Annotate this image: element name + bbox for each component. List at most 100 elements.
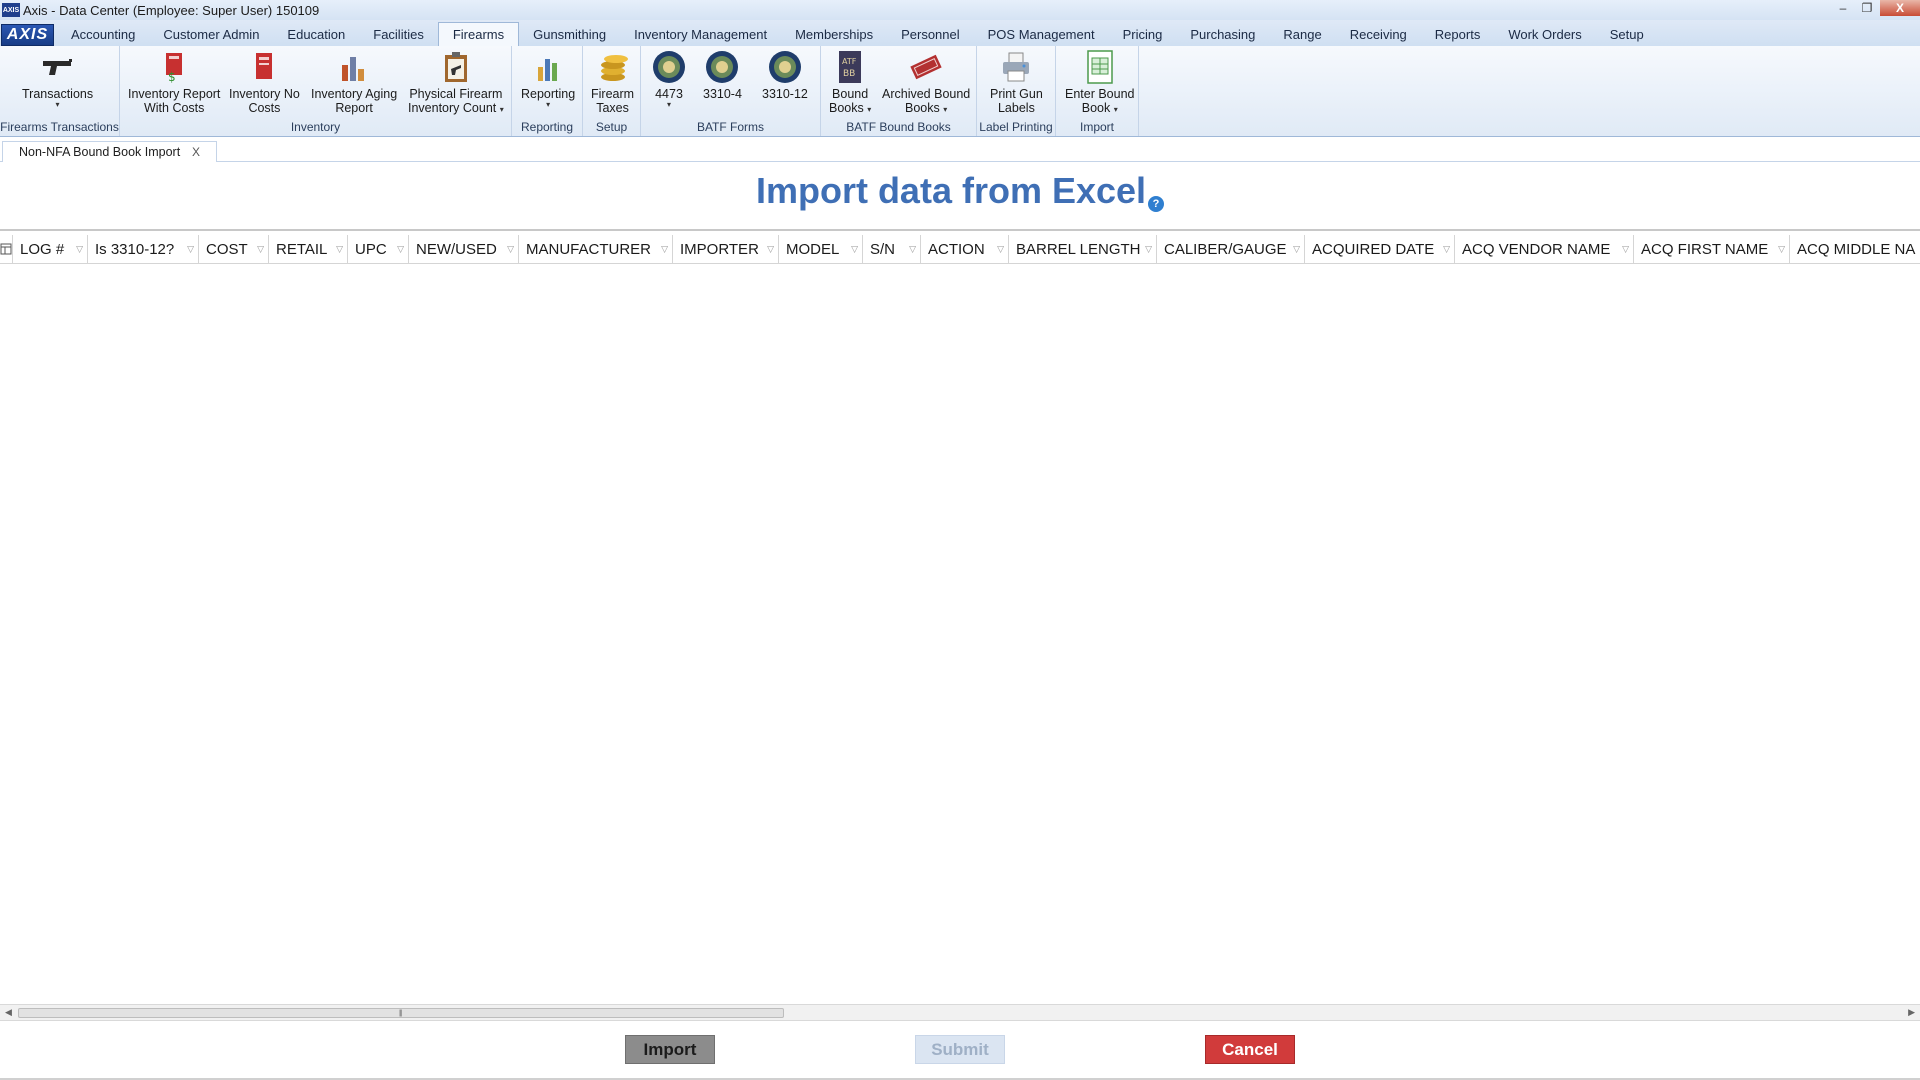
filter-icon[interactable]: ▽ <box>187 244 194 255</box>
help-icon[interactable]: ? <box>1148 196 1165 212</box>
print-labels-label-1: Print Gun <box>990 87 1043 101</box>
transactions-button[interactable]: Transactions ▾ <box>22 50 93 109</box>
tab-education[interactable]: Education <box>273 22 359 46</box>
tab-reports[interactable]: Reports <box>1421 22 1495 46</box>
group-inventory: $ Inventory Report With Costs Inventory … <box>120 46 512 136</box>
tab-setup[interactable]: Setup <box>1596 22 1658 46</box>
close-tab-icon[interactable]: X <box>192 145 200 159</box>
column-header-model[interactable]: MODEL ▽ <box>779 235 863 263</box>
close-window-button[interactable]: X <box>1880 0 1920 16</box>
filter-icon[interactable]: ▽ <box>1145 244 1152 255</box>
column-header-acq-vendor-name[interactable]: ACQ VENDOR NAME ▽ <box>1455 235 1634 263</box>
enter-bound-label-2: Book ▾ <box>1082 101 1118 115</box>
filter-icon[interactable]: ▽ <box>997 244 1004 255</box>
tab-work-orders[interactable]: Work Orders <box>1494 22 1595 46</box>
column-header-retail[interactable]: RETAIL ▽ <box>269 235 348 263</box>
axis-logo[interactable]: AXIS <box>1 24 54 46</box>
scrollbar-thumb[interactable]: ||| <box>18 1008 784 1018</box>
filter-icon[interactable]: ▽ <box>1443 244 1450 255</box>
maximize-button[interactable]: ❐ <box>1856 0 1878 16</box>
filter-icon[interactable]: ▽ <box>661 244 668 255</box>
bound-books-button[interactable]: ATF BB Bound Books ▾ <box>829 50 871 115</box>
column-header-is-3310-12[interactable]: Is 3310-12? ▽ <box>88 235 199 263</box>
form-3310-4-button[interactable]: 3310-4 <box>703 50 742 101</box>
tab-pos-management[interactable]: POS Management <box>974 22 1109 46</box>
group-label: Setup <box>595 120 628 134</box>
column-label: BARREL LENGTH <box>1016 240 1141 258</box>
column-header-new-used[interactable]: NEW/USED ▽ <box>409 235 519 263</box>
filter-icon[interactable]: ▽ <box>507 244 514 255</box>
dropdown-caret-icon: ▾ <box>1113 105 1118 114</box>
tab-non-nfa-bound-book-import[interactable]: Non-NFA Bound Book Import X <box>2 141 217 162</box>
group-firearms-transactions: Transactions ▾ Firearms Transactions <box>0 46 120 136</box>
filter-icon[interactable]: ▽ <box>851 244 858 255</box>
tab-range[interactable]: Range <box>1269 22 1335 46</box>
doc-tab-label: Non-NFA Bound Book Import <box>19 145 181 159</box>
inventory-report-label-1: Inventory Report <box>128 87 221 101</box>
column-header-sn[interactable]: S/N ▽ <box>863 235 921 263</box>
column-label: COST <box>206 240 248 258</box>
column-header-importer[interactable]: IMPORTER ▽ <box>673 235 779 263</box>
group-setup: Firearm Taxes Setup <box>583 46 641 136</box>
tab-purchasing[interactable]: Purchasing <box>1176 22 1269 46</box>
filter-icon[interactable]: ▽ <box>76 244 83 255</box>
submit-button[interactable]: Submit <box>915 1035 1005 1064</box>
aging-chart-icon <box>337 50 371 84</box>
reporting-button[interactable]: Reporting ▾ <box>521 50 575 109</box>
filter-icon[interactable]: ▽ <box>257 244 264 255</box>
scroll-right-icon[interactable]: ▶ <box>1908 1007 1915 1018</box>
print-gun-labels-button[interactable]: Print Gun Labels <box>990 50 1043 115</box>
inventory-report-with-costs-button[interactable]: $ Inventory Report With Costs <box>128 50 220 115</box>
column-header-barrel-length[interactable]: BARREL LENGTH ▽ <box>1009 235 1157 263</box>
filter-icon[interactable]: ▽ <box>1778 244 1785 255</box>
column-header-caliber-gauge[interactable]: CALIBER/GAUGE ▽ <box>1157 235 1305 263</box>
filter-icon[interactable]: ▽ <box>1622 244 1629 255</box>
physical-firearm-inventory-count-button[interactable]: Physical Firearm Inventory Count ▾ <box>408 50 504 115</box>
column-label: ACTION <box>928 240 985 258</box>
import-button[interactable]: Import <box>625 1035 715 1064</box>
scroll-left-icon[interactable]: ◀ <box>5 1007 12 1018</box>
filter-icon[interactable]: ▽ <box>767 244 774 255</box>
column-header-acq-first-name[interactable]: ACQ FIRST NAME ▽ <box>1634 235 1790 263</box>
column-header-action[interactable]: ACTION ▽ <box>921 235 1009 263</box>
tab-personnel[interactable]: Personnel <box>887 22 974 46</box>
form-3310-12-button[interactable]: 3310-12 <box>762 50 808 101</box>
horizontal-scrollbar[interactable]: ◀ ||| ▶ <box>0 1004 1920 1021</box>
column-label: Is 3310-12? <box>95 240 175 258</box>
column-header-acquired-date[interactable]: ACQUIRED DATE ▽ <box>1305 235 1455 263</box>
page-heading: Import data from Excel? <box>0 170 1920 212</box>
column-header-cost[interactable]: COST ▽ <box>199 235 269 263</box>
tab-receiving[interactable]: Receiving <box>1336 22 1421 46</box>
tab-pricing[interactable]: Pricing <box>1109 22 1177 46</box>
column-header-log[interactable]: LOG # ▽ <box>13 235 88 263</box>
enter-bound-book-button[interactable]: Enter Bound Book ▾ <box>1065 50 1135 115</box>
tab-accounting[interactable]: Accounting <box>57 22 149 46</box>
filter-icon[interactable]: ▽ <box>1293 244 1300 255</box>
column-header-upc[interactable]: UPC ▽ <box>348 235 409 263</box>
column-chooser-icon[interactable] <box>0 235 13 263</box>
atf-seal-icon <box>652 50 686 84</box>
archived-bound-books-button[interactable]: Archived Bound Books ▾ <box>882 50 970 115</box>
filter-icon[interactable]: ▽ <box>909 244 916 255</box>
tab-facilities[interactable]: Facilities <box>359 22 438 46</box>
cancel-button[interactable]: Cancel <box>1205 1035 1295 1064</box>
inventory-aging-report-button[interactable]: Inventory Aging Report <box>311 50 397 115</box>
tab-memberships[interactable]: Memberships <box>781 22 887 46</box>
firearm-taxes-button[interactable]: Firearm Taxes <box>591 50 634 115</box>
tab-customer-admin[interactable]: Customer Admin <box>149 22 273 46</box>
column-label: MODEL <box>786 240 840 258</box>
tab-firearms[interactable]: Firearms <box>437 22 520 46</box>
svg-text:$: $ <box>168 70 176 83</box>
group-label: Firearms Transactions <box>0 120 119 134</box>
filter-icon[interactable]: ▽ <box>336 244 343 255</box>
column-header-manufacturer[interactable]: MANUFACTURER ▽ <box>519 235 673 263</box>
enter-bound-text: Book <box>1081 101 1111 115</box>
form-4473-button[interactable]: 4473 ▾ <box>652 50 686 109</box>
minimize-button[interactable]: – <box>1832 0 1854 16</box>
filter-icon[interactable]: ▽ <box>397 244 404 255</box>
tab-inventory-management[interactable]: Inventory Management <box>620 22 781 46</box>
column-header-acq-middle-name[interactable]: ACQ MIDDLE NA <box>1790 235 1920 263</box>
inventory-no-costs-label-2: Costs <box>248 101 281 115</box>
inventory-no-costs-button[interactable]: Inventory No Costs <box>229 50 300 115</box>
tab-gunsmithing[interactable]: Gunsmithing <box>519 22 620 46</box>
